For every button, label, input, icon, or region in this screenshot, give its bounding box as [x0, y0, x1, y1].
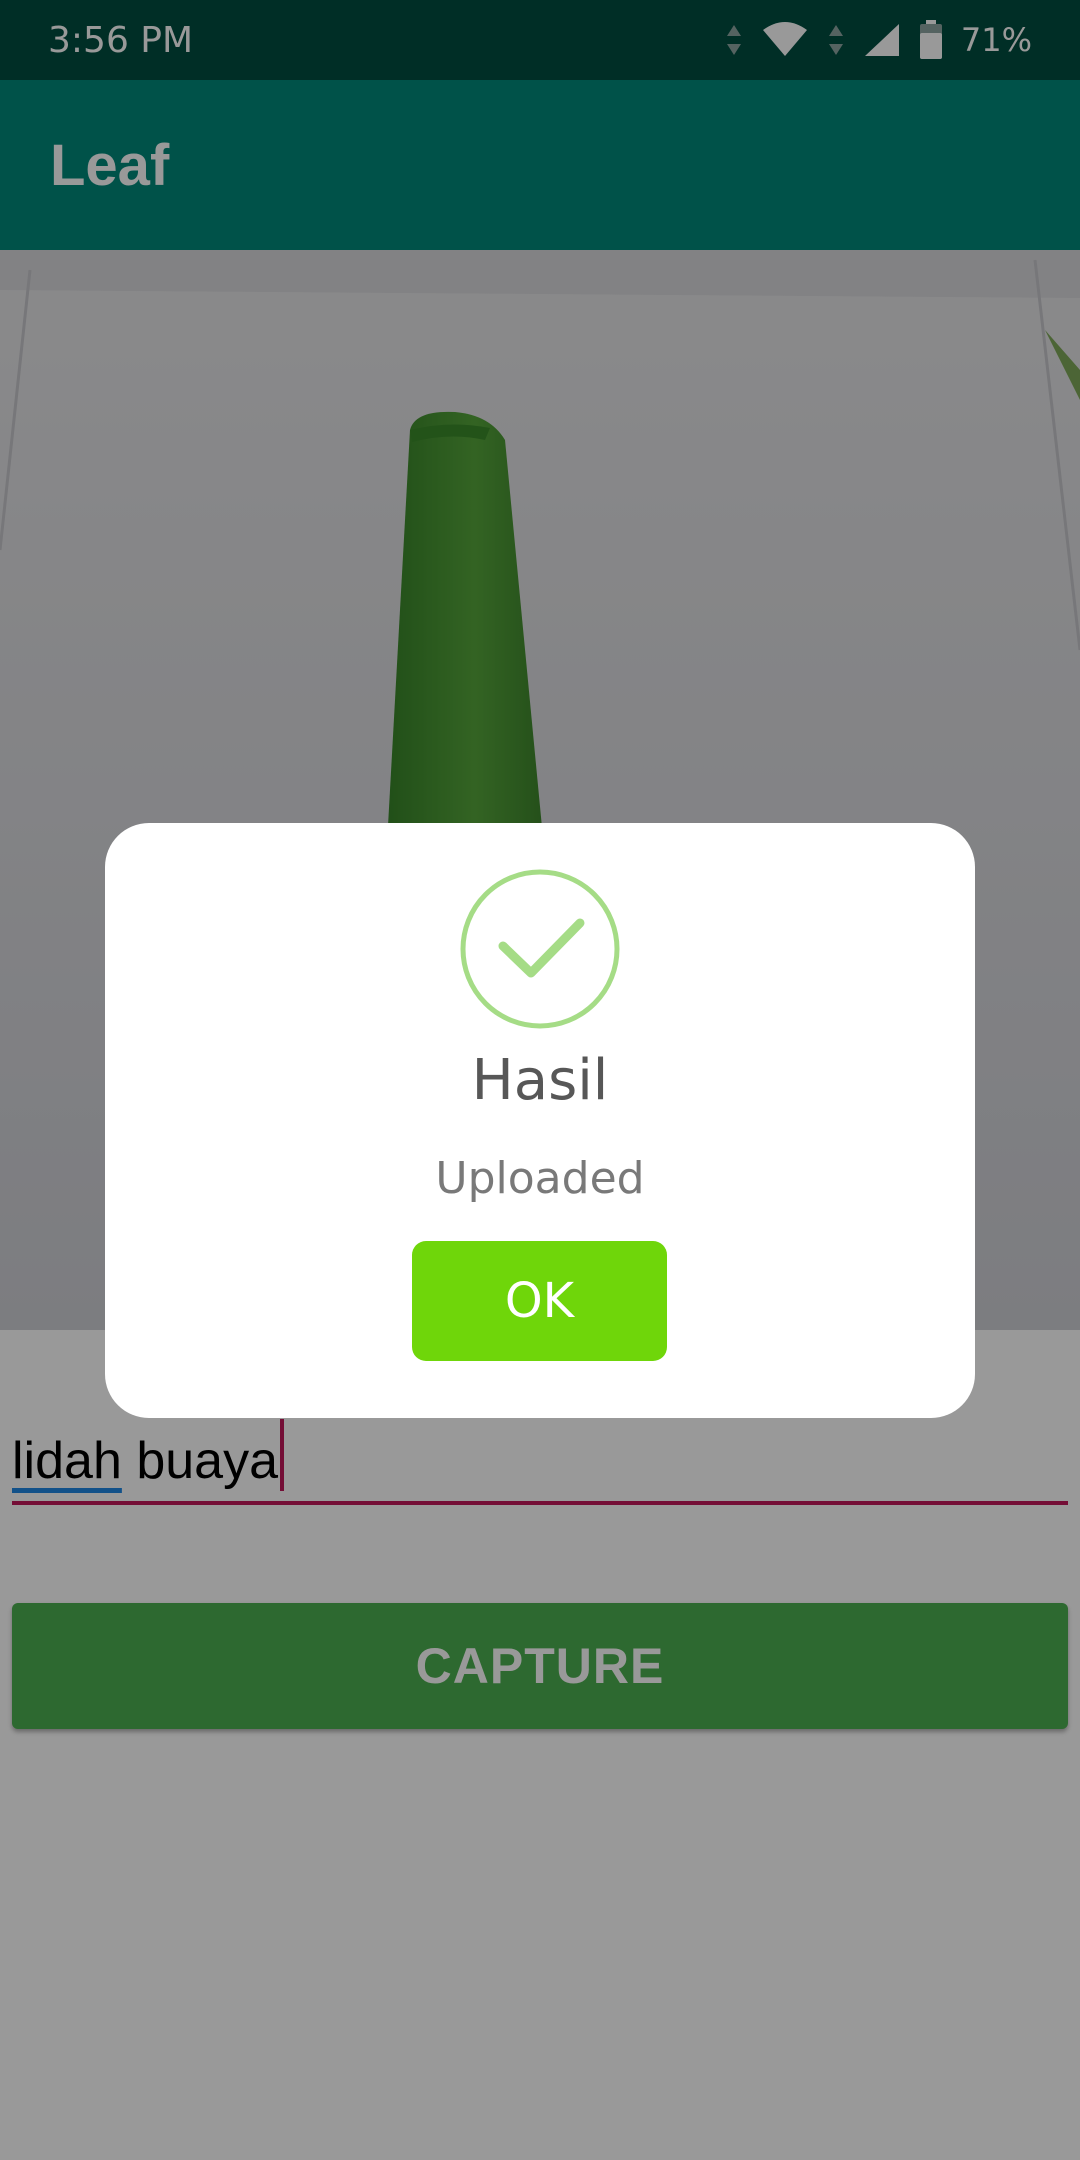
ok-button[interactable]: OK — [412, 1241, 667, 1361]
screen: 3:56 PM 71% Leaf lidah buaya CAPTURE Has… — [0, 0, 1080, 2160]
dialog-title: Hasil — [471, 1048, 609, 1113]
result-dialog: Hasil Uploaded OK — [105, 823, 975, 1418]
dialog-message: Uploaded — [435, 1153, 645, 1204]
check-circle-icon — [460, 869, 620, 1029]
